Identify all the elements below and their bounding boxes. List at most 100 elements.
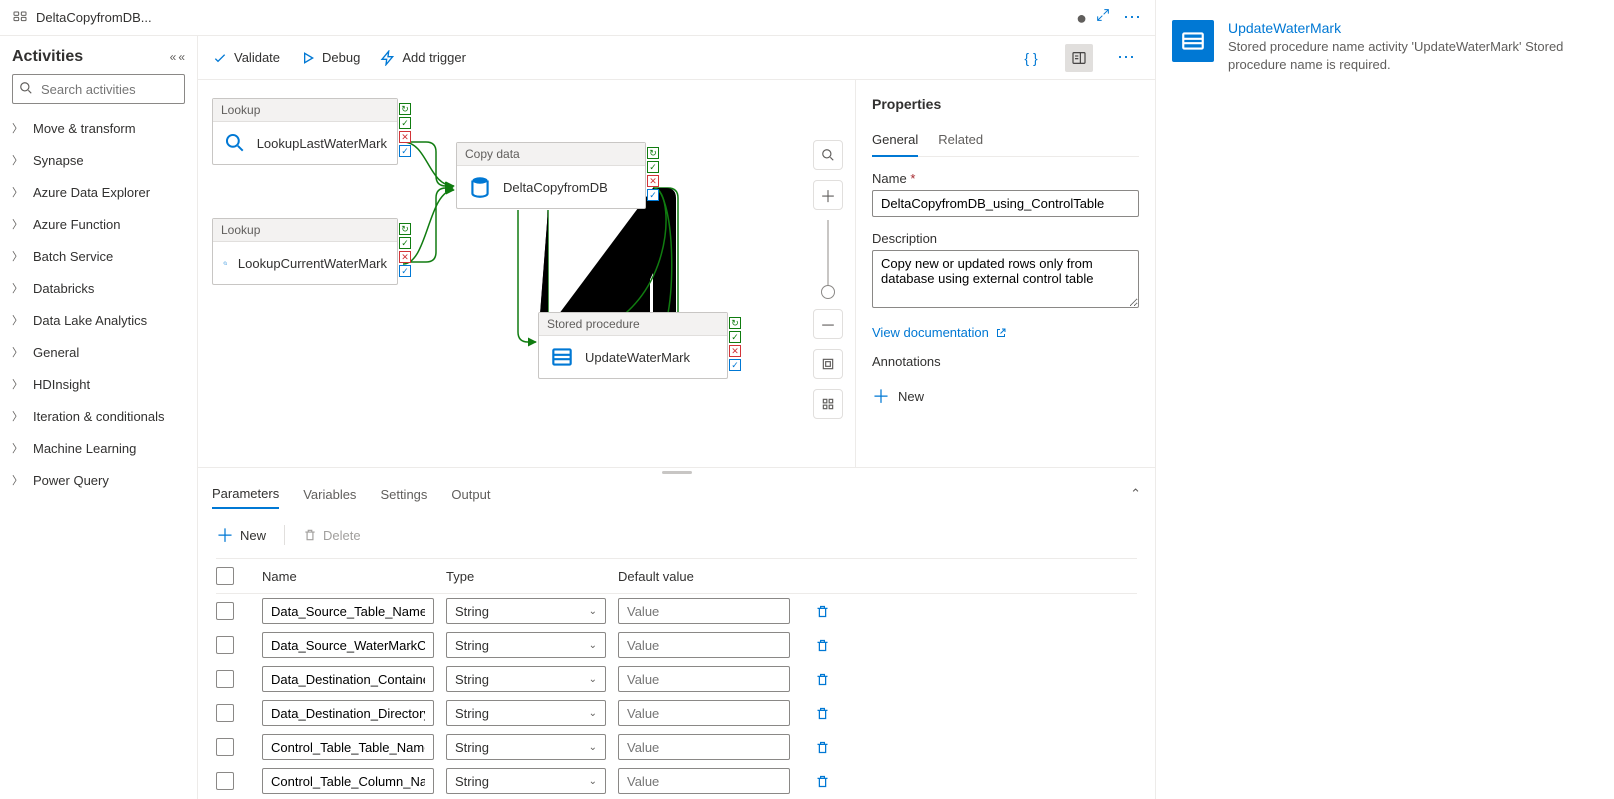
cat-hdinsight[interactable]: 〉HDInsight — [12, 368, 185, 400]
cat-iteration-conditionals[interactable]: 〉Iteration & conditionals — [12, 400, 185, 432]
table-row: String⌄ — [216, 730, 1137, 764]
pipeline-icon — [12, 8, 28, 27]
category-list: 〉Move & transform 〉Synapse 〉Azure Data E… — [12, 112, 185, 496]
add-trigger-button[interactable]: Add trigger — [380, 50, 466, 66]
node-type-label: Lookup — [213, 99, 397, 122]
param-type-select[interactable]: String⌄ — [446, 768, 606, 794]
debug-button[interactable]: Debug — [300, 50, 360, 66]
tab-general[interactable]: General — [872, 126, 918, 157]
status-icons: ↻✓✕✓ — [399, 223, 411, 277]
error-title-link[interactable]: UpdateWaterMark — [1228, 20, 1598, 36]
status-icons: ↻✓✕✓ — [729, 317, 741, 371]
param-name-input[interactable] — [262, 734, 434, 760]
param-type-select[interactable]: String⌄ — [446, 666, 606, 692]
cat-data-lake-analytics[interactable]: 〉Data Lake Analytics — [12, 304, 185, 336]
delete-row-icon[interactable] — [802, 672, 842, 687]
activities-panel: Activities «« 〉Move & transform 〉Synapse… — [0, 36, 198, 799]
select-all-checkbox[interactable] — [216, 567, 234, 585]
more-icon[interactable]: ⋯ — [1123, 7, 1143, 28]
tab-parameters[interactable]: Parameters — [212, 480, 279, 509]
param-name-input[interactable] — [262, 598, 434, 624]
row-checkbox[interactable] — [216, 670, 234, 688]
param-type-select[interactable]: String⌄ — [446, 598, 606, 624]
cat-general[interactable]: 〉General — [12, 336, 185, 368]
param-default-input[interactable] — [618, 700, 790, 726]
node-type-label: Lookup — [213, 219, 397, 242]
row-checkbox[interactable] — [216, 704, 234, 722]
new-parameter-button[interactable]: ＋New — [216, 522, 266, 548]
node-lookup-last-watermark[interactable]: Lookup LookupLastWaterMark ↻✓✕✓ — [212, 98, 398, 165]
cat-azure-data-explorer[interactable]: 〉Azure Data Explorer — [12, 176, 185, 208]
row-checkbox[interactable] — [216, 772, 234, 790]
cat-move-transform[interactable]: 〉Move & transform — [12, 112, 185, 144]
cat-synapse[interactable]: 〉Synapse — [12, 144, 185, 176]
add-annotation-button[interactable]: ＋New — [872, 383, 1139, 409]
more-actions-icon[interactable]: ⋯ — [1113, 44, 1141, 72]
table-row: String⌄ — [216, 594, 1137, 628]
delete-parameter-button[interactable]: Delete — [303, 528, 361, 543]
node-copy-data[interactable]: Copy data DeltaCopyfromDB ↻✓✕✓ — [456, 142, 646, 209]
param-type-select[interactable]: String⌄ — [446, 632, 606, 658]
resize-grip[interactable] — [198, 468, 1155, 476]
row-checkbox[interactable] — [216, 738, 234, 756]
properties-toggle-icon[interactable] — [1065, 44, 1093, 72]
zoom-in-icon[interactable]: ＋ — [813, 180, 843, 210]
tab-settings[interactable]: Settings — [380, 481, 427, 508]
param-name-input[interactable] — [262, 768, 434, 794]
param-type-select[interactable]: String⌄ — [446, 734, 606, 760]
cat-machine-learning[interactable]: 〉Machine Learning — [12, 432, 185, 464]
cat-azure-function[interactable]: 〉Azure Function — [12, 208, 185, 240]
pipeline-canvas[interactable]: Lookup LookupLastWaterMark ↻✓✕✓ Lookup L… — [198, 80, 855, 467]
collapse-icon[interactable]: «« — [170, 50, 185, 64]
zoom-out-icon[interactable]: － — [813, 309, 843, 339]
collapse-bottom-icon[interactable]: ⌃ — [1130, 486, 1141, 502]
tab-related[interactable]: Related — [938, 126, 983, 156]
bottom-panel: Parameters Variables Settings Output ⌃ ＋… — [198, 467, 1155, 799]
dirty-indicator: ● — [1076, 9, 1087, 27]
tab-output[interactable]: Output — [451, 481, 490, 508]
cat-databricks[interactable]: 〉Databricks — [12, 272, 185, 304]
cat-batch-service[interactable]: 〉Batch Service — [12, 240, 185, 272]
fit-icon[interactable] — [813, 349, 843, 379]
expand-icon[interactable] — [1095, 7, 1111, 28]
cat-power-query[interactable]: 〉Power Query — [12, 464, 185, 496]
canvas-search-icon[interactable] — [813, 140, 843, 170]
param-name-input[interactable] — [262, 700, 434, 726]
param-default-input[interactable] — [618, 598, 790, 624]
param-default-input[interactable] — [618, 768, 790, 794]
delete-row-icon[interactable] — [802, 740, 842, 755]
error-message: Stored procedure name activity 'UpdateWa… — [1228, 38, 1598, 74]
description-input[interactable] — [872, 250, 1139, 308]
description-label: Description — [872, 231, 937, 246]
name-input[interactable] — [872, 190, 1139, 217]
search-input[interactable] — [12, 74, 185, 104]
row-checkbox[interactable] — [216, 602, 234, 620]
delete-row-icon[interactable] — [802, 774, 842, 789]
layout-icon[interactable] — [813, 389, 843, 419]
node-stored-procedure[interactable]: Stored procedure UpdateWaterMark ↻✓✕✓ — [538, 312, 728, 379]
delete-row-icon[interactable] — [802, 638, 842, 653]
param-name-input[interactable] — [262, 632, 434, 658]
delete-row-icon[interactable] — [802, 604, 842, 619]
row-checkbox[interactable] — [216, 636, 234, 654]
lookup-icon — [223, 130, 247, 156]
canvas-toolbar: Validate Debug Add trigger { } ⋯ — [198, 36, 1155, 80]
node-type-label: Copy data — [457, 143, 645, 166]
pipeline-title: DeltaCopyfromDB... — [36, 10, 1070, 25]
annotations-label: Annotations — [872, 354, 1139, 369]
zoom-slider[interactable] — [813, 220, 843, 299]
param-name-input[interactable] — [262, 666, 434, 692]
param-default-input[interactable] — [618, 734, 790, 760]
param-default-input[interactable] — [618, 666, 790, 692]
tab-variables[interactable]: Variables — [303, 481, 356, 508]
node-lookup-current-watermark[interactable]: Lookup LookupCurrentWaterMark ↻✓✕✓ — [212, 218, 398, 285]
param-default-input[interactable] — [618, 632, 790, 658]
table-row: String⌄ — [216, 628, 1137, 662]
code-icon[interactable]: { } — [1017, 44, 1045, 72]
validate-button[interactable]: Validate — [212, 50, 280, 66]
delete-row-icon[interactable] — [802, 706, 842, 721]
view-documentation-link[interactable]: View documentation — [872, 325, 1139, 340]
name-label: Name * — [872, 171, 915, 186]
param-type-select[interactable]: String⌄ — [446, 700, 606, 726]
lookup-icon — [223, 250, 228, 276]
